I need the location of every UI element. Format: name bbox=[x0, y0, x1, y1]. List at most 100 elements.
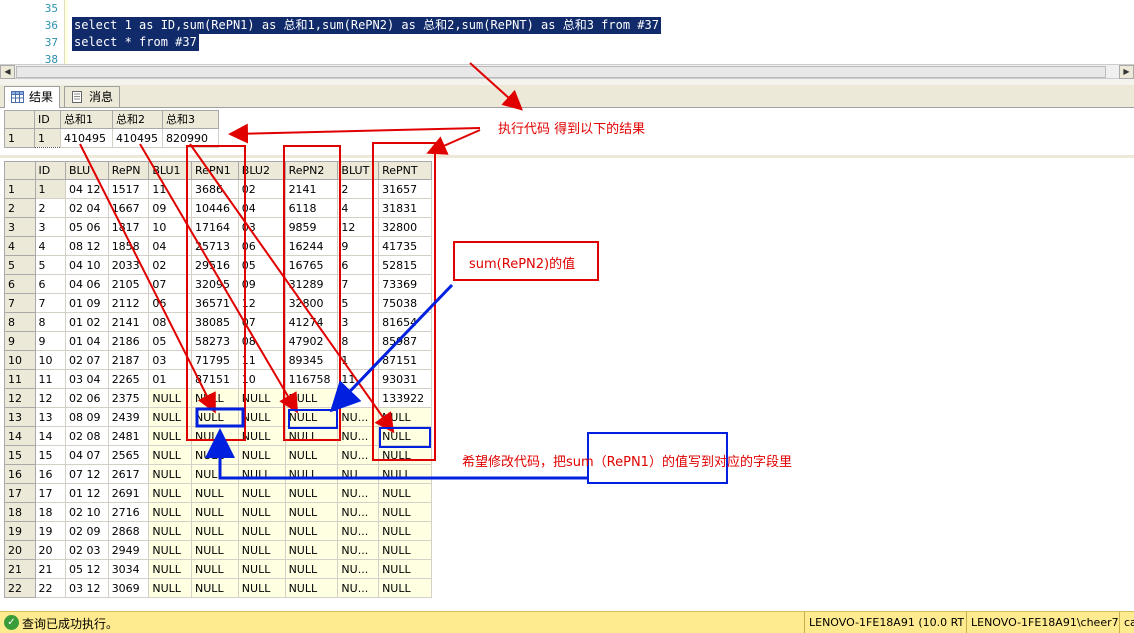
grid-cell[interactable]: NULL bbox=[237, 445, 286, 465]
grid-cell[interactable]: 08 12 bbox=[65, 236, 109, 256]
grid-cell[interactable]: 18 bbox=[34, 502, 66, 522]
grid-cell[interactable]: 3686 bbox=[191, 179, 239, 199]
grid-cell[interactable]: 2187 bbox=[107, 350, 150, 370]
grid-cell[interactable]: 116758 bbox=[284, 369, 339, 389]
grid-cell[interactable]: 09 bbox=[237, 274, 286, 294]
grid-cell[interactable]: NULL bbox=[191, 559, 239, 579]
grid-cell[interactable]: NULL bbox=[378, 559, 432, 579]
grid-cell[interactable]: NULL bbox=[284, 483, 339, 503]
grid-cell[interactable]: 04 10 bbox=[65, 255, 109, 275]
row-header[interactable]: 1 bbox=[4, 128, 35, 148]
grid-cell[interactable]: NULL bbox=[191, 407, 239, 427]
grid-cell[interactable]: NULL bbox=[378, 407, 432, 427]
row-header[interactable]: 21 bbox=[4, 559, 36, 579]
grid-cell[interactable]: 05 bbox=[237, 255, 286, 275]
result-grid-1[interactable]: ID 总和1 总和2 总和3 1 1 410495 410495 820990 bbox=[4, 110, 219, 148]
grid-cell[interactable]: 32095 bbox=[191, 274, 239, 294]
table-row[interactable]: 4 4 08 12 1858 04 25713 06 16244 9 41735 bbox=[4, 236, 432, 256]
grid-cell[interactable]: 04 12 bbox=[65, 179, 109, 199]
grid-cell[interactable]: NULL bbox=[284, 521, 339, 541]
grid-cell[interactable]: 87151 bbox=[378, 350, 432, 370]
grid-cell[interactable]: 2 bbox=[34, 198, 66, 218]
grid-cell[interactable]: NULL bbox=[237, 464, 286, 484]
grid-cell[interactable]: 02 bbox=[237, 179, 286, 199]
grid-cell[interactable]: 820990 bbox=[162, 128, 219, 148]
grid-cell[interactable]: 02 06 bbox=[65, 388, 109, 408]
grid-cell[interactable]: 4 bbox=[337, 198, 380, 218]
grid-cell[interactable]: 89345 bbox=[284, 350, 339, 370]
grid-cell[interactable]: 1817 bbox=[107, 217, 150, 237]
column-header[interactable]: 总和2 bbox=[112, 110, 163, 129]
grid-cell[interactable]: 2112 bbox=[107, 293, 150, 313]
grid-cell[interactable]: NULL bbox=[284, 388, 339, 408]
grid-cell[interactable]: NU... bbox=[337, 483, 380, 503]
column-header[interactable]: RePN1 bbox=[191, 161, 239, 180]
column-header[interactable]: RePNT bbox=[378, 161, 432, 180]
grid-cell[interactable]: NULL bbox=[284, 578, 339, 598]
grid-cell[interactable]: 05 bbox=[148, 331, 193, 351]
grid-cell[interactable]: NULL bbox=[237, 521, 286, 541]
grid-cell[interactable]: NULL bbox=[191, 464, 239, 484]
grid-cell[interactable]: 2033 bbox=[107, 255, 150, 275]
scroll-right-icon[interactable]: ▶ bbox=[1119, 65, 1134, 79]
grid-cell[interactable]: 410495 bbox=[112, 128, 163, 148]
grid-cell[interactable]: 25713 bbox=[191, 236, 239, 256]
grid-cell[interactable]: 16765 bbox=[284, 255, 339, 275]
grid-cell[interactable]: 02 04 bbox=[65, 198, 109, 218]
column-header[interactable]: ID bbox=[34, 161, 66, 180]
grid-cell[interactable]: 9859 bbox=[284, 217, 339, 237]
grid-cell[interactable]: 2105 bbox=[107, 274, 150, 294]
grid-cell[interactable]: NULL bbox=[284, 464, 339, 484]
grid-cell[interactable]: 47902 bbox=[284, 331, 339, 351]
grid-cell[interactable]: 2186 bbox=[107, 331, 150, 351]
grid-cell[interactable]: NULL bbox=[191, 388, 239, 408]
grid-cell[interactable]: NU... bbox=[337, 426, 380, 446]
grid-cell[interactable]: NULL bbox=[237, 540, 286, 560]
grid-cell[interactable]: 2617 bbox=[107, 464, 150, 484]
grid-cell[interactable]: NULL bbox=[378, 540, 432, 560]
grid-cell[interactable]: 04 06 bbox=[65, 274, 109, 294]
grid-cell[interactable]: 7 bbox=[34, 293, 66, 313]
grid-cell[interactable]: NULL bbox=[148, 388, 193, 408]
grid-cell[interactable]: 10 bbox=[34, 350, 66, 370]
grid-cell[interactable]: NULL bbox=[237, 407, 286, 427]
grid-cell[interactable]: 4 bbox=[34, 236, 66, 256]
grid-cell[interactable]: 03 bbox=[148, 350, 193, 370]
grid-cell[interactable]: 32800 bbox=[284, 293, 339, 313]
grid-cell[interactable]: NULL bbox=[237, 426, 286, 446]
row-header[interactable]: 12 bbox=[4, 388, 36, 408]
row-header[interactable]: 15 bbox=[4, 445, 36, 465]
table-row[interactable]: 15 15 04 07 2565 NULL NULL NULL NULL NU... NULL bbox=[4, 445, 432, 465]
grid-cell[interactable]: 1667 bbox=[107, 198, 150, 218]
grid-cell[interactable]: 12 bbox=[337, 217, 380, 237]
grid-cell[interactable]: 133922 bbox=[378, 388, 432, 408]
grid-cell[interactable]: 93031 bbox=[378, 369, 432, 389]
row-header[interactable]: 1 bbox=[4, 179, 36, 199]
grid-cell[interactable]: NULL bbox=[191, 426, 239, 446]
grid-cell[interactable]: 58273 bbox=[191, 331, 239, 351]
grid-cell[interactable]: NULL bbox=[378, 578, 432, 598]
grid-cell[interactable]: 05 12 bbox=[65, 559, 109, 579]
row-header[interactable]: 4 bbox=[4, 236, 36, 256]
grid-cell[interactable]: 19 bbox=[34, 521, 66, 541]
table-row[interactable]: 12 12 02 06 2375 NULL NULL NULL NULL 10 133922 bbox=[4, 388, 432, 408]
grid-cell[interactable]: NU... bbox=[337, 407, 380, 427]
grid-cell[interactable]: 10 bbox=[148, 217, 193, 237]
grid-cell[interactable]: 31831 bbox=[378, 198, 432, 218]
grid-cell[interactable]: 71795 bbox=[191, 350, 239, 370]
grid-cell[interactable]: 07 12 bbox=[65, 464, 109, 484]
grid-cell[interactable]: 1 bbox=[337, 350, 380, 370]
grid-cell[interactable]: NULL bbox=[148, 483, 193, 503]
grid-cell[interactable]: 3 bbox=[337, 312, 380, 332]
grid-cell[interactable]: 05 06 bbox=[65, 217, 109, 237]
grid-cell[interactable]: 12 bbox=[34, 388, 66, 408]
table-row[interactable]: 13 13 08 09 2439 NULL NULL NULL NULL NU... NULL bbox=[4, 407, 432, 427]
column-header[interactable]: RePN bbox=[107, 161, 150, 180]
grid-cell[interactable]: 03 12 bbox=[65, 578, 109, 598]
grid-cell[interactable]: 38085 bbox=[191, 312, 239, 332]
tab-results[interactable]: 结果 bbox=[4, 86, 61, 109]
table-row[interactable]: 19 19 02 09 2868 NULL NULL NULL NULL NU... NULL bbox=[4, 521, 432, 541]
grid-cell[interactable]: 17164 bbox=[191, 217, 239, 237]
row-header[interactable]: 9 bbox=[4, 331, 36, 351]
grid-cell[interactable]: 07 bbox=[148, 274, 193, 294]
